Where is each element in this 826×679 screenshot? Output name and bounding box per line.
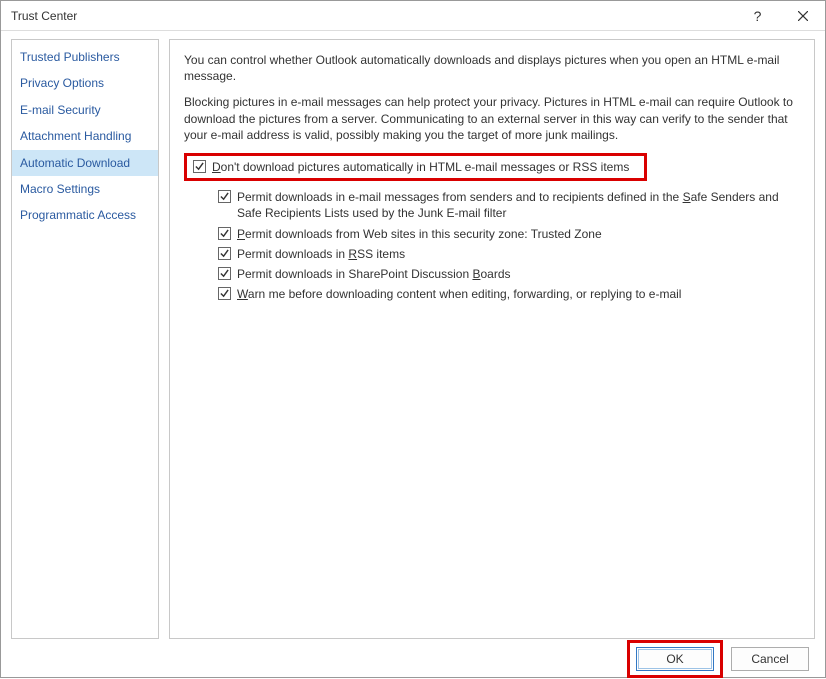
window-title: Trust Center xyxy=(11,9,735,23)
checkbox-label: Permit downloads in SharePoint Discussio… xyxy=(237,266,800,282)
sidebar-item-trusted-publishers[interactable]: Trusted Publishers xyxy=(12,44,158,70)
ok-button[interactable]: OK xyxy=(636,647,714,671)
sidebar-item-attachment-handling[interactable]: Attachment Handling xyxy=(12,123,158,149)
checkbox-row-trusted-zone[interactable]: Permit downloads from Web sites in this … xyxy=(218,226,800,242)
close-icon xyxy=(798,11,808,21)
intro-paragraph-2: Blocking pictures in e-mail messages can… xyxy=(184,94,800,143)
intro-paragraph-1: You can control whether Outlook automati… xyxy=(184,52,800,84)
category-sidebar: Trusted Publishers Privacy Options E-mai… xyxy=(11,39,159,639)
checkbox-icon xyxy=(218,190,231,203)
checkbox-row-warn-before-download[interactable]: Warn me before downloading content when … xyxy=(218,286,800,302)
checkbox-icon xyxy=(218,287,231,300)
sidebar-item-privacy-options[interactable]: Privacy Options xyxy=(12,70,158,96)
checkbox-row-safe-senders[interactable]: Permit downloads in e-mail messages from… xyxy=(218,189,800,221)
highlight-master-checkbox: Don't download pictures automatically in… xyxy=(184,153,647,181)
dialog-body: Trusted Publishers Privacy Options E-mai… xyxy=(1,31,825,639)
checkbox-label: Permit downloads in RSS items xyxy=(237,246,800,262)
checkbox-icon xyxy=(218,247,231,260)
checkbox-icon xyxy=(218,227,231,240)
settings-pane: You can control whether Outlook automati… xyxy=(169,39,815,639)
checkbox-icon xyxy=(218,267,231,280)
close-button[interactable] xyxy=(780,1,825,31)
cancel-button[interactable]: Cancel xyxy=(731,647,809,671)
checkbox-label: Don't download pictures automatically in… xyxy=(212,159,629,175)
checkbox-label: Permit downloads from Web sites in this … xyxy=(237,226,800,242)
checkbox-row-sharepoint-boards[interactable]: Permit downloads in SharePoint Discussio… xyxy=(218,266,800,282)
sidebar-item-automatic-download[interactable]: Automatic Download xyxy=(12,150,158,176)
sidebar-item-email-security[interactable]: E-mail Security xyxy=(12,97,158,123)
dialog-footer: OK Cancel xyxy=(1,639,825,679)
checkbox-label: Warn me before downloading content when … xyxy=(237,286,800,302)
titlebar: Trust Center ? xyxy=(1,1,825,31)
highlight-ok-button: OK xyxy=(627,640,723,678)
sidebar-item-macro-settings[interactable]: Macro Settings xyxy=(12,176,158,202)
checkbox-label: Permit downloads in e-mail messages from… xyxy=(237,189,800,221)
checkbox-row-rss-items[interactable]: Permit downloads in RSS items xyxy=(218,246,800,262)
sidebar-item-programmatic-access[interactable]: Programmatic Access xyxy=(12,202,158,228)
checkbox-row-dont-download[interactable]: Don't download pictures automatically in… xyxy=(193,159,629,175)
help-button[interactable]: ? xyxy=(735,1,780,31)
checkbox-icon xyxy=(193,160,206,173)
